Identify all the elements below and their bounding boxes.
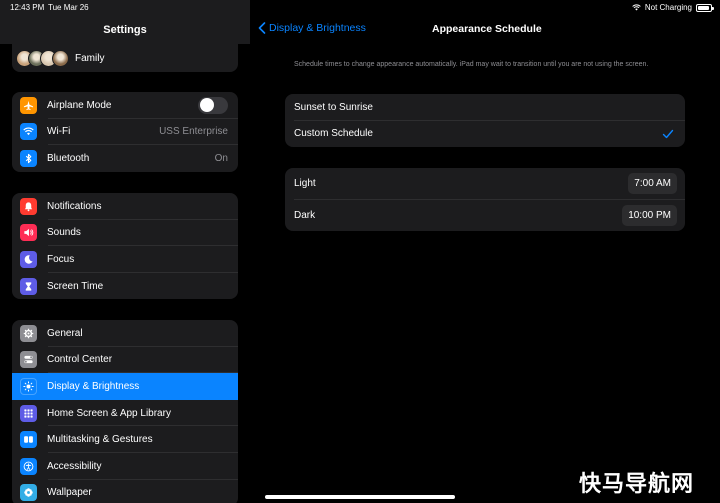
gear-icon-box bbox=[20, 324, 37, 342]
switches-icon bbox=[24, 356, 33, 364]
schedule-time-dark: Dark 10:00 PM bbox=[285, 200, 685, 232]
sidebar-item-multitasking-and-gestures[interactable]: Multitasking & Gestures bbox=[12, 426, 238, 453]
sidebar-item-value: On bbox=[214, 152, 228, 164]
status-right: Not Charging bbox=[632, 3, 714, 12]
sidebar-item-label: Multitasking & Gestures bbox=[47, 434, 153, 446]
grid-icon-box bbox=[20, 404, 37, 422]
sidebar-item-label: Focus bbox=[47, 253, 75, 265]
schedule-option-custom-schedule[interactable]: Custom Schedule bbox=[285, 121, 685, 148]
family-avatar bbox=[52, 49, 69, 67]
flower-icon-box bbox=[20, 484, 37, 502]
sidebar-item-wi-fi[interactable]: Wi-Fi USS Enterprise bbox=[12, 119, 238, 146]
sidebar-item-sounds[interactable]: Sounds bbox=[12, 220, 238, 247]
grid-icon bbox=[24, 408, 33, 418]
airplane-mode-toggle[interactable] bbox=[198, 96, 228, 114]
flower-icon bbox=[24, 488, 33, 498]
sidebar-item-label: Wallpaper bbox=[47, 487, 92, 499]
bluetooth-icon bbox=[25, 153, 32, 164]
sidebar-item-home-screen-and-app-library[interactable]: Home Screen & App Library bbox=[12, 400, 238, 427]
multitask-icon-box bbox=[20, 431, 37, 449]
family-label: Family bbox=[75, 52, 105, 64]
schedule-option-sunset-to-sunrise[interactable]: Sunset to Sunrise bbox=[285, 94, 685, 121]
bell-icon bbox=[24, 202, 33, 212]
schedule-option-label: Custom Schedule bbox=[294, 128, 373, 140]
sidebar-item-focus[interactable]: Focus bbox=[12, 246, 238, 273]
sun-icon bbox=[23, 381, 34, 392]
status-date: Tue Mar 26 bbox=[48, 3, 89, 12]
multitask-icon bbox=[24, 436, 33, 443]
gear-icon bbox=[23, 328, 34, 339]
switches-icon-box bbox=[20, 351, 37, 369]
schedule-option-label: Sunset to Sunrise bbox=[294, 101, 373, 113]
sidebar-item-label: Wi-Fi bbox=[47, 126, 71, 138]
sidebar-item-label: Control Center bbox=[47, 354, 113, 366]
status-time: 12:43 PM bbox=[10, 3, 45, 12]
sidebar-item-wallpaper[interactable]: Wallpaper bbox=[12, 480, 238, 503]
hourglass-icon-box bbox=[20, 277, 37, 295]
sidebar-item-general[interactable]: General bbox=[12, 320, 238, 347]
accessibility-icon bbox=[23, 461, 34, 472]
sidebar-item-display-and-brightness[interactable]: Display & Brightness bbox=[12, 373, 238, 400]
schedule-options-group: Sunset to Sunrise Custom Schedule bbox=[285, 94, 685, 147]
family-group: Family bbox=[12, 44, 238, 72]
back-label: Display & Brightness bbox=[269, 22, 366, 34]
sidebar-item-label: Airplane Mode bbox=[47, 99, 112, 111]
charging-status: Not Charging bbox=[644, 3, 692, 12]
status-bar: 12:43 PM Tue Mar 26 Not Charging bbox=[0, 0, 720, 14]
general-group: General Control Center Display & Brightnes… bbox=[12, 320, 238, 503]
sidebar-item-notifications[interactable]: Notifications bbox=[12, 193, 238, 220]
wifi-status-icon bbox=[632, 4, 641, 11]
sidebar-item-label: Screen Time bbox=[47, 280, 104, 292]
sidebar-item-accessibility[interactable]: Accessibility bbox=[12, 453, 238, 480]
schedule-time-label: Light bbox=[294, 178, 316, 190]
home-indicator[interactable] bbox=[265, 495, 455, 499]
connectivity-group: Airplane Mode Wi-Fi USS Enterprise Bluetoot… bbox=[12, 92, 238, 172]
schedule-times-group: Light 7:00 AM Dark 10:00 PM bbox=[285, 168, 685, 231]
family-row[interactable]: Family bbox=[12, 44, 238, 72]
bluetooth-icon-box bbox=[20, 149, 37, 167]
moon-icon bbox=[24, 255, 33, 264]
checkmark-icon bbox=[662, 129, 674, 138]
sidebar-item-label: Accessibility bbox=[47, 460, 102, 472]
chevron-left-icon bbox=[258, 22, 266, 34]
light-time-picker[interactable]: 7:00 AM bbox=[628, 173, 677, 195]
wifi-icon bbox=[23, 127, 34, 136]
bell-icon-box bbox=[20, 197, 37, 215]
hourglass-icon bbox=[25, 281, 32, 291]
battery-icon bbox=[696, 3, 714, 12]
sidebar-item-label: Display & Brightness bbox=[47, 380, 140, 392]
sidebar-item-label: General bbox=[47, 327, 83, 339]
moon-icon-box bbox=[20, 250, 37, 268]
schedule-description: Schedule times to change appearance auto… bbox=[294, 61, 649, 68]
airplane-icon bbox=[23, 100, 34, 110]
sidebar-item-label: Sounds bbox=[47, 227, 81, 239]
detail-pane: Display & Brightness Appearance Schedule… bbox=[250, 0, 720, 503]
speaker-icon bbox=[24, 229, 34, 237]
airplane-icon-box bbox=[20, 96, 37, 114]
notifications-group: Notifications Sounds Focus Screen Time bbox=[12, 193, 238, 300]
toggle-knob bbox=[199, 98, 214, 113]
watermark: 快马导航网 bbox=[578, 472, 694, 497]
dark-time-picker[interactable]: 10:00 PM bbox=[622, 204, 677, 226]
schedule-time-light: Light 7:00 AM bbox=[285, 168, 685, 200]
sidebar-item-airplane-mode[interactable]: Airplane Mode bbox=[12, 92, 238, 119]
sidebar-item-bluetooth[interactable]: Bluetooth On bbox=[12, 145, 238, 172]
sidebar-item-value: USS Enterprise bbox=[159, 126, 228, 138]
battery-fill bbox=[698, 5, 709, 10]
sidebar-item-control-center[interactable]: Control Center bbox=[12, 347, 238, 374]
sidebar-item-label: Home Screen & App Library bbox=[47, 407, 171, 419]
sidebar-item-screen-time[interactable]: Screen Time bbox=[12, 273, 238, 300]
sidebar-title: Settings bbox=[103, 24, 147, 36]
family-avatars bbox=[16, 49, 69, 67]
schedule-time-label: Dark bbox=[294, 209, 316, 221]
accessibility-icon-box bbox=[20, 457, 37, 475]
wifi-icon-box bbox=[20, 123, 37, 141]
page-title: Appearance Schedule bbox=[432, 23, 542, 35]
sidebar-item-label: Bluetooth bbox=[47, 152, 90, 164]
sidebar-item-label: Notifications bbox=[47, 200, 102, 212]
back-button[interactable]: Display & Brightness bbox=[258, 22, 366, 34]
sun-icon-box bbox=[20, 377, 37, 395]
sidebar: Settings Family Airplane Mode Wi-Fi USS En… bbox=[0, 0, 250, 503]
speaker-icon-box bbox=[20, 224, 37, 242]
